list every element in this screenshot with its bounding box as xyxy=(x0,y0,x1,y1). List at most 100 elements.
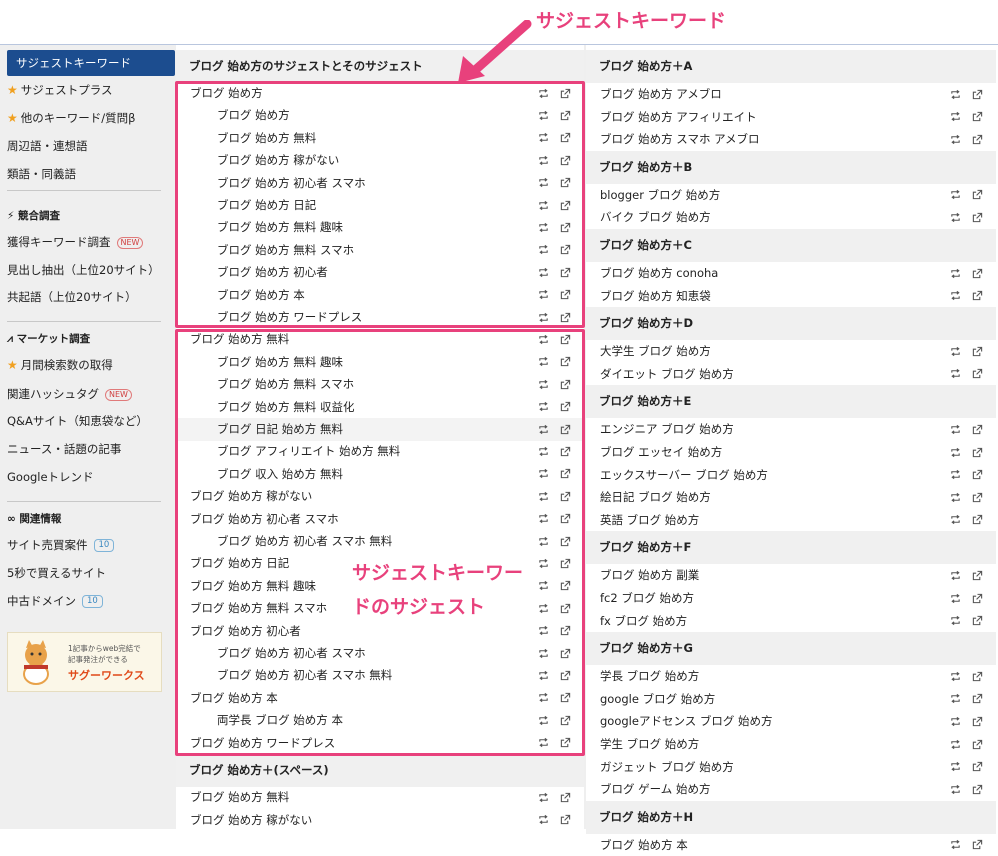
external-link-icon[interactable] xyxy=(558,104,572,126)
external-link-icon[interactable] xyxy=(970,184,984,206)
keyword-text[interactable]: ブログ 始め方 無料 xyxy=(190,328,289,351)
external-link-icon[interactable] xyxy=(558,709,572,731)
external-link-icon[interactable] xyxy=(970,688,984,710)
resuggest-icon[interactable] xyxy=(948,106,962,128)
resuggest-icon[interactable] xyxy=(536,239,550,261)
keyword-text[interactable]: ブログ 始め方 稼がない xyxy=(190,809,312,832)
resuggest-icon[interactable] xyxy=(536,373,550,395)
resuggest-icon[interactable] xyxy=(536,463,550,485)
keyword-text[interactable]: エンジニア ブログ 始め方 xyxy=(600,418,734,441)
resuggest-icon[interactable] xyxy=(948,285,962,307)
external-link-icon[interactable] xyxy=(970,665,984,687)
resuggest-icon[interactable] xyxy=(948,128,962,150)
keyword-text[interactable]: google ブログ 始め方 xyxy=(600,688,715,711)
keyword-text[interactable]: エックスサーバー ブログ 始め方 xyxy=(600,464,768,487)
external-link-icon[interactable] xyxy=(558,620,572,642)
keyword-text[interactable]: ブログ 始め方 稼がない xyxy=(190,485,312,508)
resuggest-icon[interactable] xyxy=(948,363,962,385)
keyword-text[interactable]: 絵日記 ブログ 始め方 xyxy=(600,486,711,509)
resuggest-icon[interactable] xyxy=(948,710,962,732)
external-link-icon[interactable] xyxy=(558,149,572,171)
sidebar-item-qa-sites[interactable]: Q&Aサイト（知恵袋など） xyxy=(7,410,148,432)
external-link-icon[interactable] xyxy=(558,261,572,283)
external-link-icon[interactable] xyxy=(970,206,984,228)
keyword-text[interactable]: ブログ 始め方 無料 xyxy=(217,127,316,150)
keyword-text[interactable]: ブログ 始め方 初心者 スマホ 無料 xyxy=(217,664,392,687)
keyword-text[interactable]: ブログ 日記 始め方 無料 xyxy=(217,418,343,441)
sidebar-item-headings[interactable]: 見出し抽出（上位20サイト） xyxy=(7,259,160,281)
resuggest-icon[interactable] xyxy=(536,786,550,808)
keyword-text[interactable]: ブログ 始め方 ワードプレス xyxy=(190,732,335,755)
resuggest-icon[interactable] xyxy=(536,149,550,171)
external-link-icon[interactable] xyxy=(558,284,572,306)
resuggest-icon[interactable] xyxy=(536,306,550,328)
sidebar-item-acquired-keywords[interactable]: 獲得キーワード調査 NEW xyxy=(7,231,144,253)
resuggest-icon[interactable] xyxy=(536,351,550,373)
resuggest-icon[interactable] xyxy=(948,509,962,531)
keyword-text[interactable]: 両学長 ブログ 始め方 本 xyxy=(217,709,343,732)
external-link-icon[interactable] xyxy=(558,485,572,507)
external-link-icon[interactable] xyxy=(558,127,572,149)
resuggest-icon[interactable] xyxy=(536,620,550,642)
keyword-text[interactable]: 学長 ブログ 始め方 xyxy=(600,665,699,688)
resuggest-icon[interactable] xyxy=(948,206,962,228)
keyword-text[interactable]: バイク ブログ 始め方 xyxy=(600,206,711,229)
resuggest-icon[interactable] xyxy=(948,610,962,632)
resuggest-icon[interactable] xyxy=(536,530,550,552)
external-link-icon[interactable] xyxy=(558,396,572,418)
resuggest-icon[interactable] xyxy=(536,732,550,754)
resuggest-icon[interactable] xyxy=(948,564,962,586)
external-link-icon[interactable] xyxy=(970,733,984,755)
external-link-icon[interactable] xyxy=(970,262,984,284)
keyword-text[interactable]: ブログ 始め方 アメブロ xyxy=(600,83,722,106)
resuggest-icon[interactable] xyxy=(948,441,962,463)
external-link-icon[interactable] xyxy=(970,464,984,486)
external-link-icon[interactable] xyxy=(558,351,572,373)
external-link-icon[interactable] xyxy=(558,687,572,709)
external-link-icon[interactable] xyxy=(558,597,572,619)
resuggest-icon[interactable] xyxy=(536,284,550,306)
external-link-icon[interactable] xyxy=(970,834,984,856)
keyword-text[interactable]: ブログ 始め方 初心者 xyxy=(217,261,328,284)
keyword-text[interactable]: ブログ 始め方 初心者 スマホ xyxy=(217,642,366,665)
resuggest-icon[interactable] xyxy=(536,396,550,418)
keyword-text[interactable]: 大学生 ブログ 始め方 xyxy=(600,340,711,363)
keyword-text[interactable]: ブログ アフィリエイト 始め方 無料 xyxy=(217,440,400,463)
external-link-icon[interactable] xyxy=(558,239,572,261)
keyword-text[interactable]: ブログ 始め方 アフィリエイト xyxy=(600,106,757,129)
external-link-icon[interactable] xyxy=(558,552,572,574)
resuggest-icon[interactable] xyxy=(536,440,550,462)
external-link-icon[interactable] xyxy=(558,575,572,597)
resuggest-icon[interactable] xyxy=(948,778,962,800)
keyword-text[interactable]: ブログ 始め方 conoha xyxy=(600,262,718,285)
resuggest-icon[interactable] xyxy=(536,664,550,686)
external-link-icon[interactable] xyxy=(558,732,572,754)
resuggest-icon[interactable] xyxy=(948,83,962,105)
resuggest-icon[interactable] xyxy=(948,418,962,440)
external-link-icon[interactable] xyxy=(558,508,572,530)
resuggest-icon[interactable] xyxy=(536,485,550,507)
resuggest-icon[interactable] xyxy=(536,508,550,530)
keyword-text[interactable]: ブログ 始め方 xyxy=(190,82,263,105)
external-link-icon[interactable] xyxy=(970,486,984,508)
external-link-icon[interactable] xyxy=(970,756,984,778)
external-link-icon[interactable] xyxy=(970,83,984,105)
resuggest-icon[interactable] xyxy=(536,82,550,104)
external-link-icon[interactable] xyxy=(558,194,572,216)
sidebar-item-site-sales[interactable]: サイト売買案件 10 xyxy=(7,534,115,556)
keyword-text[interactable]: ブログ 始め方 初心者 スマホ xyxy=(217,172,366,195)
external-link-icon[interactable] xyxy=(558,463,572,485)
ad-banner[interactable]: 1記事からweb完結で 記事発注ができる サグーワークス xyxy=(7,632,162,692)
external-link-icon[interactable] xyxy=(970,610,984,632)
keyword-text[interactable]: ブログ 始め方 無料 趣味 xyxy=(190,575,316,598)
keyword-text[interactable]: ブログ 始め方 初心者 スマホ 無料 xyxy=(217,530,392,553)
external-link-icon[interactable] xyxy=(970,340,984,362)
external-link-icon[interactable] xyxy=(558,328,572,350)
external-link-icon[interactable] xyxy=(970,418,984,440)
resuggest-icon[interactable] xyxy=(948,184,962,206)
external-link-icon[interactable] xyxy=(558,809,572,831)
keyword-text[interactable]: ブログ 始め方 初心者 xyxy=(190,620,301,643)
resuggest-icon[interactable] xyxy=(536,127,550,149)
resuggest-icon[interactable] xyxy=(536,575,550,597)
external-link-icon[interactable] xyxy=(970,106,984,128)
